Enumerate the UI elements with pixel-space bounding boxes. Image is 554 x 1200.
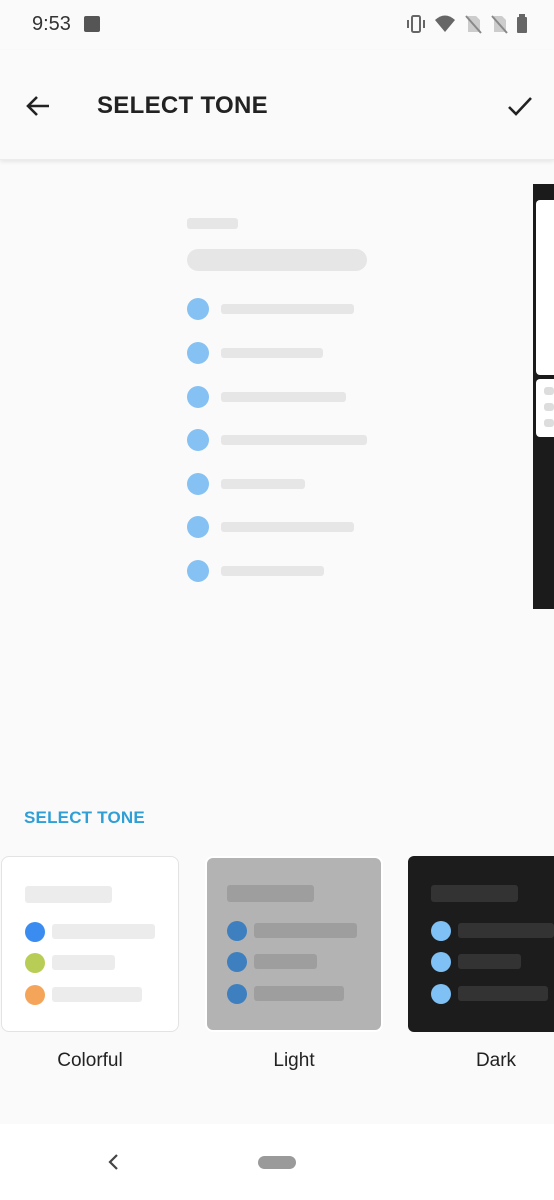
card-dot: [227, 952, 247, 972]
check-icon: [508, 97, 532, 116]
tone-preview: [187, 218, 367, 588]
card-dot: [431, 984, 451, 1004]
navigation-bar: [0, 1124, 554, 1200]
card-line: [254, 923, 357, 938]
preview-line: [221, 435, 367, 445]
card-dot: [431, 952, 451, 972]
preview-line: [221, 479, 305, 489]
section-label: SELECT TONE: [24, 808, 145, 827]
card-dot: [25, 922, 45, 942]
confirm-button[interactable]: [504, 90, 536, 122]
status-bar: 9:53: [0, 0, 554, 50]
card-dot: [25, 953, 45, 973]
card-header-bar: [25, 886, 112, 903]
tone-option-light[interactable]: [205, 856, 383, 1032]
nav-home-pill[interactable]: [258, 1156, 296, 1169]
card-line: [458, 986, 548, 1001]
card-dot: [227, 921, 247, 941]
preview-header-bar: [187, 218, 238, 229]
preview-line: [221, 392, 346, 402]
card-header-bar: [431, 885, 518, 902]
preview-dot: [187, 386, 209, 408]
status-icons: [406, 14, 528, 34]
arrow-left-icon: [26, 96, 49, 116]
status-time: 9:53: [32, 13, 71, 35]
card-line: [52, 924, 155, 939]
preview-dot: [187, 298, 209, 320]
app-bar: SELECT TONE: [0, 50, 554, 160]
tone-option-dark[interactable]: [408, 856, 554, 1032]
card-line: [254, 986, 344, 1001]
preview-line: [221, 566, 324, 576]
preview-dot: [187, 342, 209, 364]
card-line: [254, 954, 317, 969]
page-title: SELECT TONE: [97, 92, 268, 119]
next-preview-peek[interactable]: [533, 184, 554, 609]
tone-option-colorful[interactable]: [1, 856, 179, 1032]
card-dot: [25, 985, 45, 1005]
tone-label-dark: Dark: [475, 1050, 517, 1071]
nav-back-button[interactable]: [104, 1151, 124, 1173]
preview-dot: [187, 429, 209, 451]
image-icon: [84, 16, 100, 32]
card-line: [458, 923, 554, 938]
card-dot: [227, 984, 247, 1004]
no-sim-icon: [465, 15, 482, 34]
vibrate-icon: [407, 15, 425, 33]
preview-line: [221, 522, 354, 532]
no-sim-icon: [491, 15, 508, 34]
card-dot: [431, 921, 451, 941]
card-header-bar: [227, 885, 314, 902]
wifi-icon: [435, 15, 455, 32]
tone-label-light: Light: [273, 1050, 315, 1071]
preview-line: [221, 304, 354, 314]
back-button[interactable]: [22, 90, 54, 122]
preview-search-bar: [187, 249, 367, 271]
card-line: [52, 987, 142, 1002]
preview-dot: [187, 516, 209, 538]
card-line: [458, 954, 521, 969]
preview-dot: [187, 560, 209, 582]
battery-icon: [517, 14, 527, 33]
tone-label-colorful: Colorful: [57, 1050, 123, 1071]
preview-line: [221, 348, 323, 358]
preview-dot: [187, 473, 209, 495]
nav-back-icon: [108, 1154, 118, 1170]
card-line: [52, 955, 115, 970]
